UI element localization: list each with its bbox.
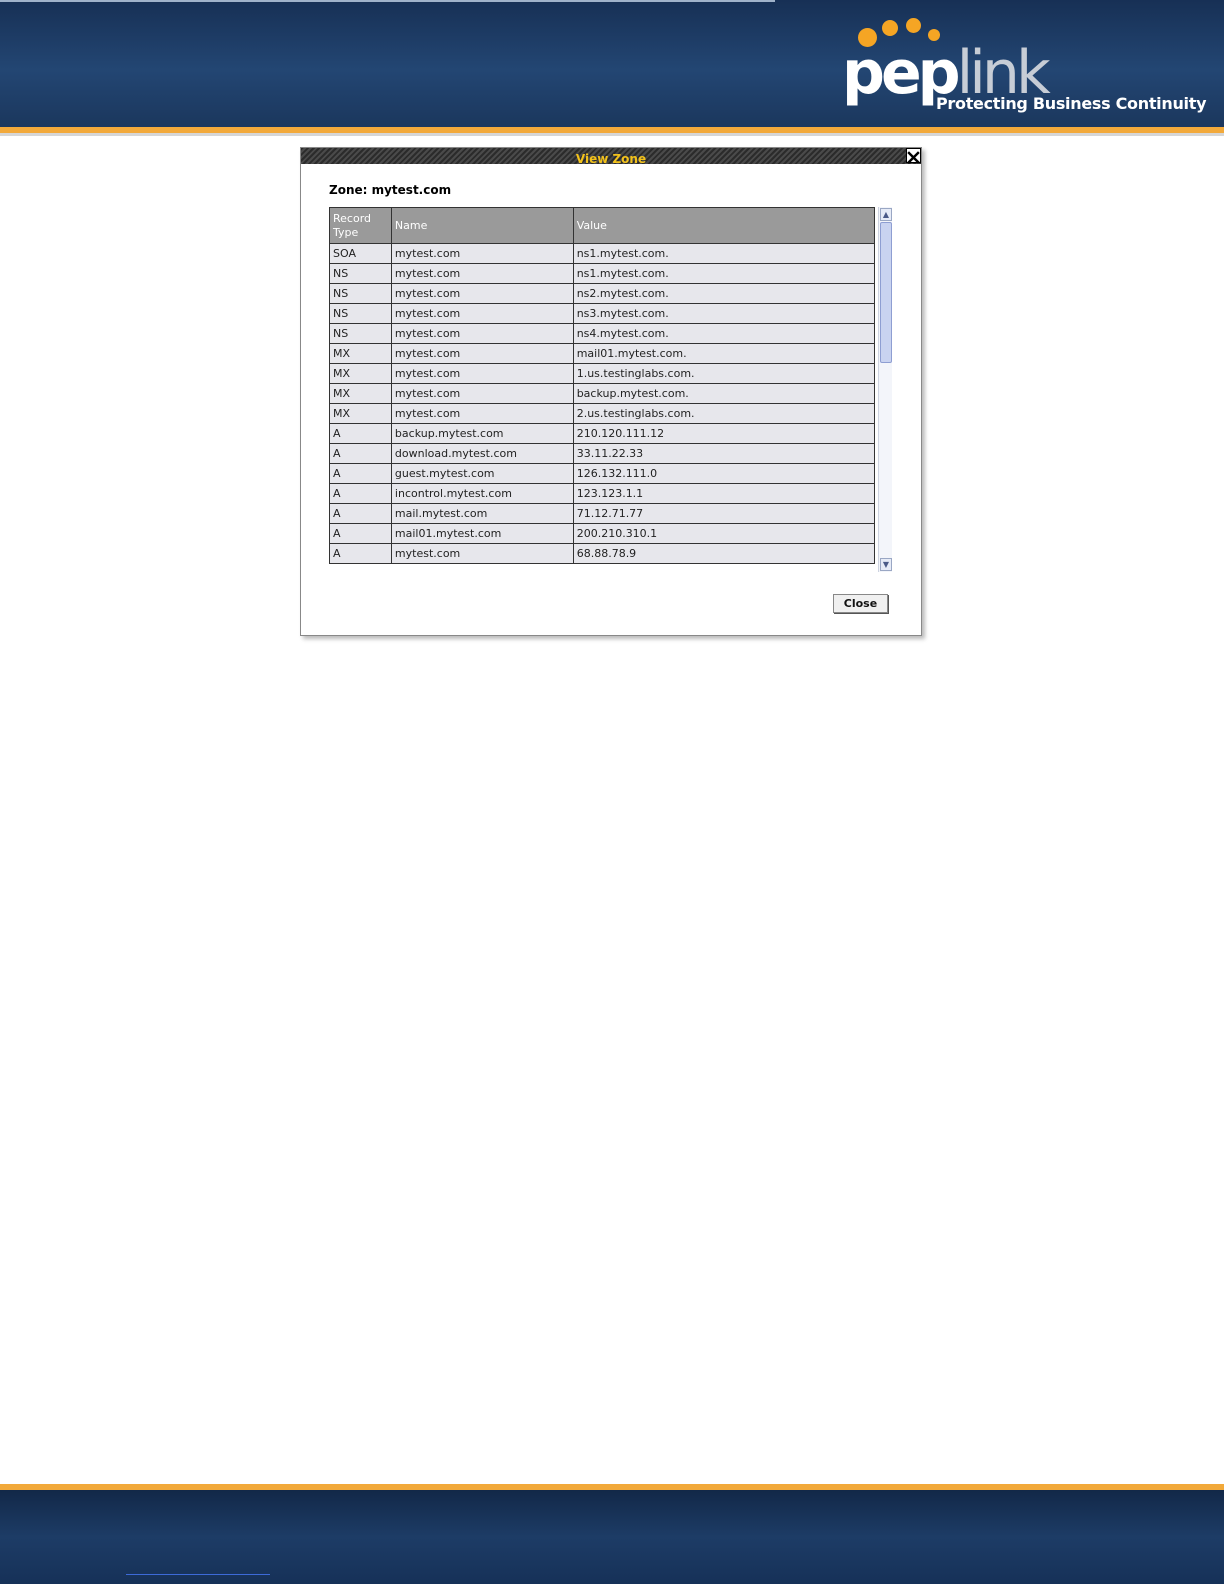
cell-value: ns2.mytest.com. <box>572 283 876 304</box>
logo-tagline: Protecting Business Continuity <box>936 94 1207 113</box>
cell-record-type: MX <box>329 343 392 364</box>
zone-records-table: Record Type Name Value SOA mytest.com ns1.… <box>329 207 876 564</box>
table-row: MX mytest.com backup.mytest.com. <box>329 383 876 404</box>
cell-record-type: NS <box>329 303 392 324</box>
cell-record-type: A <box>329 463 392 484</box>
header-divider <box>0 133 1224 136</box>
cell-value: ns1.mytest.com. <box>572 263 876 284</box>
table-header-row: Record Type Name Value <box>329 207 876 244</box>
cell-record-type: SOA <box>329 243 392 264</box>
zone-records-grid: Record Type Name Value SOA mytest.com ns1.… <box>329 207 892 572</box>
cell-record-type: NS <box>329 283 392 304</box>
cell-record-type: A <box>329 503 392 524</box>
cell-name: mytest.com <box>390 263 574 284</box>
cell-value: mail01.mytest.com. <box>572 343 876 364</box>
cell-name: download.mytest.com <box>390 443 574 464</box>
column-header-record-type: Record Type <box>329 207 392 244</box>
close-button[interactable]: Close <box>833 594 888 613</box>
close-icon-glyph <box>907 151 920 164</box>
scroll-down-arrow-icon[interactable]: ▼ <box>880 558 892 571</box>
cell-name: mytest.com <box>390 543 574 564</box>
scrollbar-thumb[interactable] <box>880 222 892 363</box>
footer-link-underline[interactable] <box>126 1574 270 1575</box>
table-row: Amail.mytest.com 71.12.71.77 <box>329 503 876 524</box>
cell-value: 2.us.testinglabs.com. <box>572 403 876 424</box>
cell-name: mytest.com <box>390 323 574 344</box>
table-row: MX mytest.com 2.us.testinglabs.com. <box>329 403 876 424</box>
dialog-titlebar[interactable]: View Zone <box>301 148 921 166</box>
view-zone-dialog: View Zone Zone: mytest.com Record Type N… <box>300 147 922 636</box>
table-row: NS mytest.com ns1.mytest.com. <box>329 263 876 284</box>
table-row: Aguest.mytest.com 126.132.111.0 <box>329 463 876 484</box>
column-header-label: Value <box>576 218 607 232</box>
table-row: Amytest.com 68.88.78.9 <box>329 543 876 564</box>
cell-record-type: A <box>329 483 392 504</box>
table-row: Abackup.mytest.com 210.120.111.12 <box>329 423 876 444</box>
column-header-label: Name <box>394 218 428 232</box>
cell-value: 123.123.1.1 <box>572 483 876 504</box>
cell-name: mytest.com <box>390 363 574 384</box>
cell-value: 200.210.310.1 <box>572 523 876 544</box>
table-row: Adownload.mytest.com 33.11.22.33 <box>329 443 876 464</box>
cell-value: 210.120.111.12 <box>572 423 876 444</box>
cell-value: 1.us.testinglabs.com. <box>572 363 876 384</box>
table-row: MX mytest.com 1.us.testinglabs.com. <box>329 363 876 384</box>
cell-record-type: NS <box>329 263 392 284</box>
cell-value: ns4.mytest.com. <box>572 323 876 344</box>
table-row: NS mytest.com ns2.mytest.com. <box>329 283 876 304</box>
table-row: NS mytest.com ns4.mytest.com. <box>329 323 876 344</box>
cell-value: 71.12.71.77 <box>572 503 876 524</box>
zone-label: Zone: mytest.com <box>329 183 452 197</box>
table-row: MX mytest.com mail01.mytest.com. <box>329 343 876 364</box>
column-header-value: Value <box>572 207 876 244</box>
cell-name: mytest.com <box>390 403 574 424</box>
cell-value: 68.88.78.9 <box>572 543 876 564</box>
cell-record-type: MX <box>329 403 392 424</box>
table-row: SOA mytest.com ns1.mytest.com. <box>329 243 876 264</box>
cell-record-type: A <box>329 423 392 444</box>
cell-name: mail01.mytest.com <box>390 523 574 544</box>
cell-name: mytest.com <box>390 383 574 404</box>
cell-name: mytest.com <box>390 343 574 364</box>
cell-record-type: A <box>329 543 392 564</box>
cell-name: mytest.com <box>390 243 574 264</box>
dialog-title: View Zone <box>575 152 647 166</box>
cell-value: ns1.mytest.com. <box>572 243 876 264</box>
cell-name: mytest.com <box>390 283 574 304</box>
logo-dot <box>882 20 898 36</box>
cell-value: backup.mytest.com. <box>572 383 876 404</box>
cell-record-type: MX <box>329 363 392 384</box>
table-row: NS mytest.com ns3.mytest.com. <box>329 303 876 324</box>
footer-banner <box>0 1490 1224 1584</box>
column-header-name: Name <box>390 207 574 244</box>
cell-value: ns3.mytest.com. <box>572 303 876 324</box>
cell-record-type: A <box>329 523 392 544</box>
vertical-scrollbar[interactable]: ▲ ▼ <box>878 207 892 572</box>
scroll-up-arrow-icon[interactable]: ▲ <box>880 208 892 221</box>
close-icon[interactable] <box>906 148 921 164</box>
header-top-line <box>0 0 775 2</box>
cell-record-type: A <box>329 443 392 464</box>
cell-value: 33.11.22.33 <box>572 443 876 464</box>
cell-name: mytest.com <box>390 303 574 324</box>
table-row: Amail01.mytest.com 200.210.310.1 <box>329 523 876 544</box>
header-banner: peplink Protecting Business Continuity <box>0 0 1224 127</box>
cell-value: 126.132.111.0 <box>572 463 876 484</box>
cell-record-type: NS <box>329 323 392 344</box>
column-header-label: Record Type <box>333 211 372 239</box>
cell-name: guest.mytest.com <box>390 463 574 484</box>
cell-name: backup.mytest.com <box>390 423 574 444</box>
cell-name: incontrol.mytest.com <box>390 483 574 504</box>
peplink-logo: peplink Protecting Business Continuity <box>842 18 1207 118</box>
table-row: Aincontrol.mytest.com 123.123.1.1 <box>329 483 876 504</box>
cell-name: mail.mytest.com <box>390 503 574 524</box>
cell-record-type: MX <box>329 383 392 404</box>
logo-dot <box>906 18 921 33</box>
